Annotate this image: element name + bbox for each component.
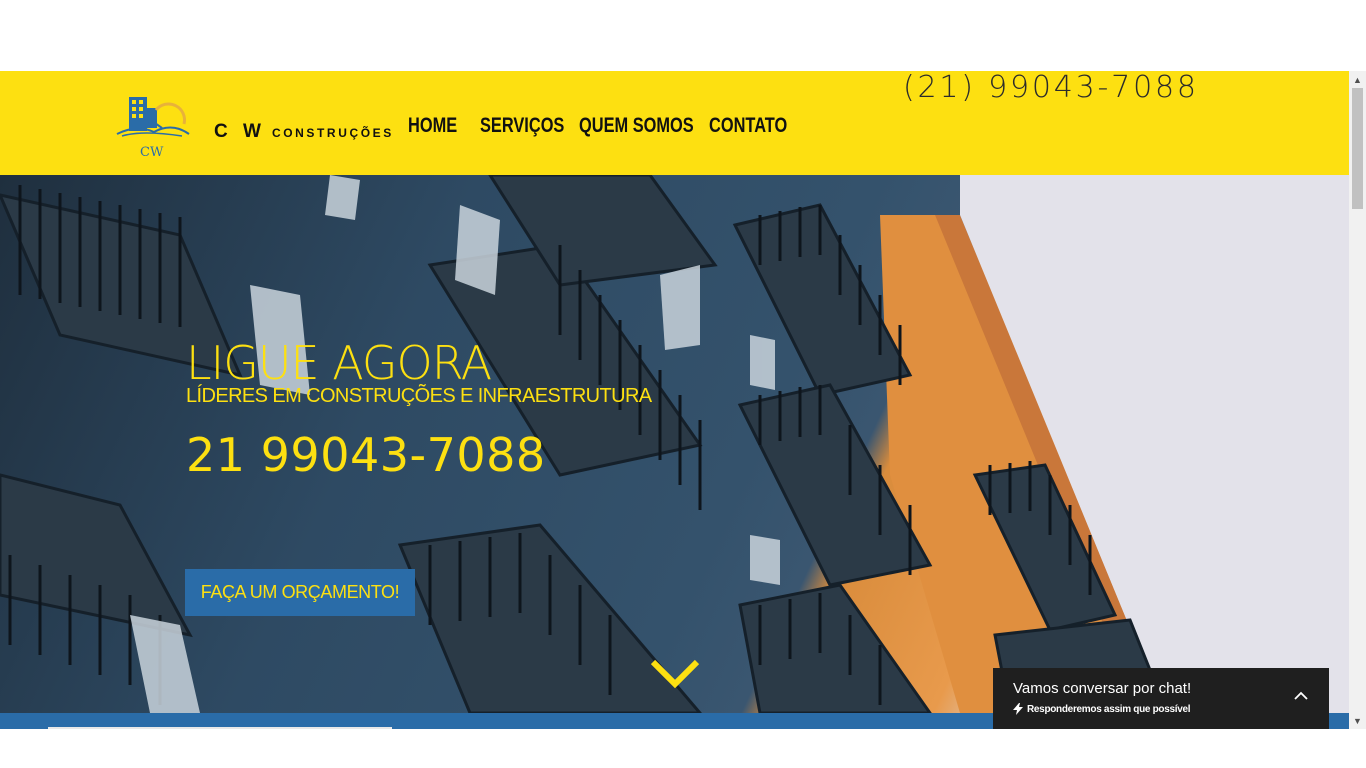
lightning-icon [1013,703,1023,715]
chat-subtitle: Responderemos assim que possível [1027,703,1191,715]
logo-text: CW [140,145,164,160]
chevron-up-icon[interactable] [1293,688,1309,704]
scroll-thumb[interactable] [1352,88,1363,209]
nav-quem-somos[interactable]: QUEM SOMOS [579,114,694,138]
chevron-down-icon[interactable] [650,656,700,690]
nav-home[interactable]: HOME [408,114,464,138]
scroll-down-icon[interactable]: ▼ [1349,712,1366,729]
hero-subtitle: LÍDERES EM CONSTRUÇÕES E INFRAESTRUTURA [186,385,652,407]
brand-title: C W [214,121,266,142]
scroll-up-icon[interactable]: ▲ [1349,71,1366,88]
scrollbar[interactable]: ▲ ▼ [1349,71,1366,729]
nav-contato[interactable]: CONTATO [709,114,787,138]
quote-button[interactable]: FAÇA UM ORÇAMENTO! [185,569,415,616]
bottom-blank-area [0,729,1366,768]
hero-title: LIGUE AGORA [186,336,492,390]
chat-widget[interactable]: Vamos conversar por chat! Responderemos … [993,668,1329,729]
building-logo-icon[interactable]: CW [112,94,192,160]
nav-servicos[interactable]: SERVIÇOS [480,114,564,138]
brand-name[interactable]: C W CONSTRUÇÕES [214,121,394,143]
brand-subtitle: CONSTRUÇÕES [271,126,394,140]
hero-phone[interactable]: 21 99043-7088 [186,428,546,482]
chat-title: Vamos conversar por chat! [1013,680,1192,697]
chat-subtitle-row: Responderemos assim que possível [1013,703,1191,715]
page: CW C W CONSTRUÇÕES (21) 99043-7088 HOME S… [0,0,1366,768]
top-blank-area [0,0,1366,71]
main-nav: HOME SERVIÇOS QUEM SOMOS CONTATO [408,114,799,138]
header-phone[interactable]: (21) 99043-7088 [903,70,1199,105]
